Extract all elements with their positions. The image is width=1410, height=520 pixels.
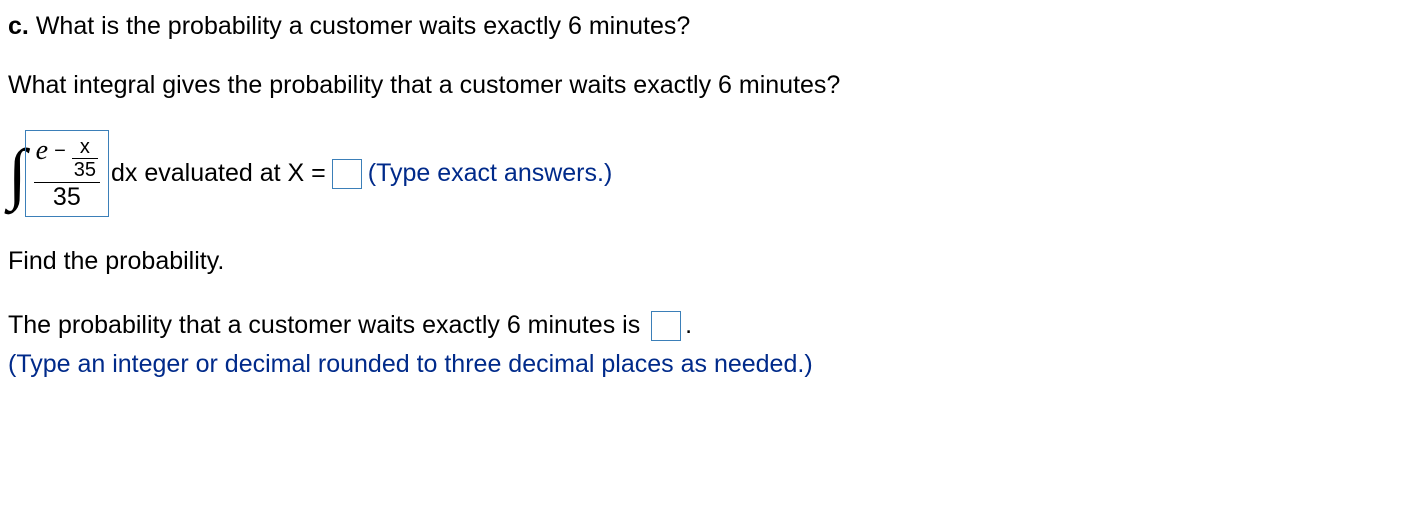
exponent-minus: − — [54, 141, 66, 161]
part-label: c. — [8, 12, 29, 40]
integral-expression: ∫ e − x 35 35 dx evaluated at X = (Type … — [8, 130, 1402, 217]
integrand-fraction: e − x 35 35 — [34, 137, 100, 210]
exponent-numerator: x — [78, 137, 92, 158]
integral-subquestion: What integral gives the probability that… — [8, 71, 1402, 100]
integrand-box[interactable]: e − x 35 35 — [25, 130, 109, 217]
dx-evaluated-text: dx evaluated at X = — [111, 159, 326, 188]
fraction-denominator: 35 — [51, 183, 83, 210]
result-block: The probability that a customer waits ex… — [8, 306, 1402, 384]
decimal-hint: (Type an integer or decimal rounded to t… — [8, 345, 1402, 384]
e-base: e — [36, 137, 48, 165]
exact-answers-hint: (Type exact answers.) — [368, 159, 613, 188]
part-c-text: What is the probability a customer waits… — [36, 12, 690, 40]
exponent-denominator: 35 — [72, 158, 98, 180]
exponent-fraction: x 35 — [72, 137, 98, 180]
part-c-question: c. What is the probability a customer wa… — [8, 12, 1402, 41]
x-value-input[interactable] — [332, 159, 362, 189]
result-sentence-pre: The probability that a customer waits ex… — [8, 311, 647, 339]
fraction-numerator: e − x 35 — [34, 137, 100, 183]
result-sentence-post: . — [685, 311, 692, 339]
find-probability: Find the probability. — [8, 247, 1402, 276]
probability-input[interactable] — [651, 311, 681, 341]
